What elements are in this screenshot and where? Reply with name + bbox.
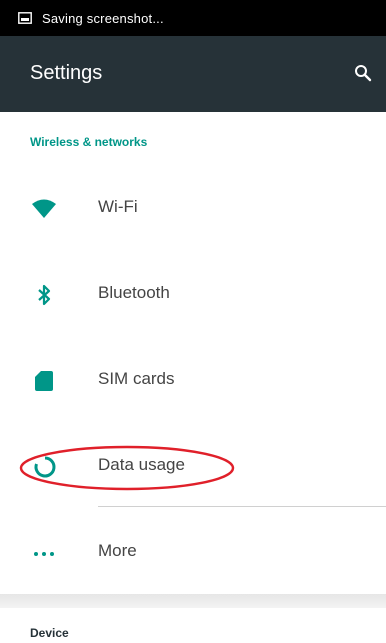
section-header-wireless: Wireless & networks xyxy=(30,135,148,149)
wifi-icon xyxy=(32,199,56,218)
app-bar: Settings xyxy=(0,36,386,112)
bluetooth-icon xyxy=(38,284,51,306)
section-header-device: Device xyxy=(30,626,69,640)
settings-item-label: SIM cards xyxy=(98,369,175,388)
settings-item-label: Wi-Fi xyxy=(98,197,138,216)
more-icon xyxy=(34,552,54,556)
settings-item-label: More xyxy=(98,541,137,560)
status-text: Saving screenshot... xyxy=(42,10,164,26)
search-icon[interactable] xyxy=(354,64,372,82)
screenshot-icon xyxy=(18,12,32,24)
status-bar: Saving screenshot... xyxy=(0,0,386,36)
divider xyxy=(98,506,386,507)
settings-item-wifi[interactable]: Wi-Fi xyxy=(0,164,386,250)
settings-item-label: Bluetooth xyxy=(98,283,170,302)
settings-item-data-usage[interactable]: Data usage xyxy=(0,422,386,508)
settings-item-more[interactable]: More xyxy=(0,508,386,594)
settings-item-sim[interactable]: SIM cards xyxy=(0,336,386,422)
sim-card-icon xyxy=(35,371,53,391)
settings-item-bluetooth[interactable]: Bluetooth xyxy=(0,250,386,336)
page-title: Settings xyxy=(30,62,103,84)
settings-item-label: Data usage xyxy=(98,455,185,474)
section-separator xyxy=(0,594,386,608)
data-usage-icon xyxy=(34,456,56,478)
